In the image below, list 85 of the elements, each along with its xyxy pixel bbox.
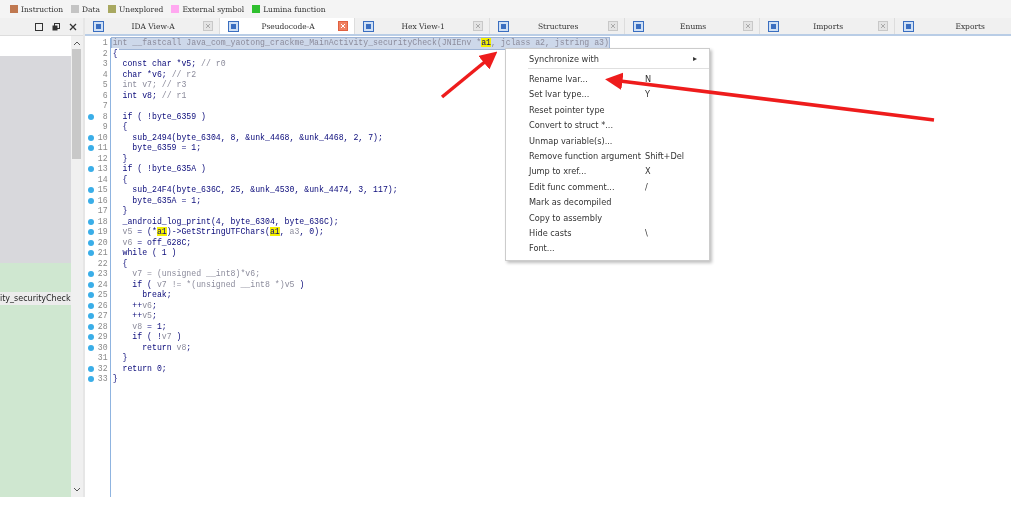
- menu-item[interactable]: Rename lvar... N: [506, 71, 709, 87]
- breakpoint-dot[interactable]: [87, 229, 94, 236]
- breakpoint-dot[interactable]: [87, 113, 94, 120]
- menu-item[interactable]: Hide casts \: [506, 225, 709, 241]
- breakpoint-dot[interactable]: [87, 239, 94, 246]
- line-number: 33: [96, 374, 108, 385]
- tab-close-icon[interactable]: [337, 21, 348, 31]
- line-number: 7: [101, 101, 108, 112]
- tab-icon: [497, 20, 509, 32]
- line-number: 9: [101, 122, 108, 133]
- line-number: 11: [96, 143, 108, 154]
- menu-item[interactable]: Edit func comment... /: [506, 179, 709, 195]
- menu-item[interactable]: Jump to xref... X: [506, 163, 709, 180]
- line-number: 12: [96, 153, 108, 164]
- tab-icon: [632, 20, 644, 32]
- line-number: 14: [96, 174, 108, 185]
- line-number: 22: [96, 258, 108, 269]
- line-number: 18: [96, 216, 108, 227]
- tab-icon: [362, 20, 374, 32]
- line-number: 2: [101, 48, 108, 59]
- breakpoint-dot[interactable]: [87, 313, 94, 320]
- breakpoint-dot[interactable]: [87, 334, 94, 341]
- tab-close-icon[interactable]: [877, 21, 888, 31]
- breakpoint-dot[interactable]: [87, 376, 94, 383]
- breakpoint-dot[interactable]: [87, 197, 94, 204]
- breakpoint-dot[interactable]: [87, 365, 94, 372]
- line-number: 4: [101, 69, 108, 80]
- menu-item[interactable]: Convert to struct *...: [506, 117, 709, 133]
- line-number: 8: [101, 111, 108, 122]
- breakpoint-dot[interactable]: [87, 281, 94, 288]
- line-number: 21: [96, 248, 108, 259]
- line-number: 27: [96, 311, 108, 322]
- menu-item[interactable]: Reset pointer type: [506, 102, 709, 118]
- tab-icon: [92, 20, 104, 32]
- line-number: 23: [96, 269, 108, 280]
- breakpoint-dot[interactable]: [87, 271, 94, 278]
- line-number: 30: [96, 342, 108, 353]
- line-number: 16: [96, 195, 108, 206]
- scroll-down-icon[interactable]: [72, 487, 81, 493]
- tab-close-icon[interactable]: [742, 21, 753, 31]
- breakpoint-dot[interactable]: [87, 323, 94, 330]
- menu-item[interactable]: Font...: [506, 240, 709, 257]
- breakpoint-dot[interactable]: [87, 344, 94, 351]
- line-number: 6: [101, 90, 108, 101]
- line-number: 3: [101, 59, 108, 70]
- line-number: 31: [96, 353, 108, 364]
- tab-close-icon[interactable]: [202, 21, 213, 31]
- line-number: 19: [96, 227, 108, 238]
- breakpoint-dot[interactable]: [87, 187, 94, 194]
- breakpoint-dot[interactable]: [87, 134, 94, 141]
- tab-close-icon[interactable]: [472, 21, 483, 31]
- tab-icon: [227, 20, 239, 32]
- line-number: 5: [101, 80, 108, 91]
- line-number: 15: [96, 185, 108, 196]
- menu-item[interactable]: Synchronize with ▸: [506, 51, 709, 67]
- breakpoint-dot[interactable]: [87, 302, 94, 309]
- line-number: 20: [96, 237, 108, 248]
- maximize-button[interactable]: [32, 20, 45, 33]
- menu-item[interactable]: Unmap variable(s)...: [506, 132, 709, 149]
- line-number: 25: [96, 290, 108, 301]
- breakpoint-dot[interactable]: [87, 250, 94, 257]
- breakpoint-dot[interactable]: [87, 292, 94, 299]
- menu-item[interactable]: Copy to assembly: [506, 209, 709, 226]
- line-number: 17: [96, 206, 108, 217]
- line-number: 28: [96, 321, 108, 332]
- menu-item[interactable]: Mark as decompiled: [506, 194, 709, 210]
- breakpoint-dot[interactable]: [87, 145, 94, 152]
- tab-close-icon[interactable]: [607, 21, 618, 31]
- line-number: 24: [96, 279, 108, 290]
- scrollbar-thumb[interactable]: [72, 49, 82, 159]
- scroll-up-icon[interactable]: [72, 40, 81, 46]
- line-number: 13: [96, 164, 108, 175]
- menu-item[interactable]: Remove function argument Shift+Del: [506, 148, 709, 164]
- arrow: [440, 51, 498, 99]
- line-number: 32: [96, 363, 108, 374]
- tab-icon: [767, 20, 779, 32]
- line-number: 10: [96, 132, 108, 143]
- breakpoint-dot[interactable]: [87, 218, 94, 225]
- menu-item[interactable]: Set lvar type... Y: [506, 86, 709, 103]
- line-number: 1: [101, 38, 108, 49]
- line-number: 29: [96, 332, 108, 343]
- line-number: 26: [96, 300, 108, 311]
- tab-icon: [902, 20, 914, 32]
- function-row[interactable]: ity_securityCheck: [0, 292, 71, 305]
- breakpoint-dot[interactable]: [87, 166, 94, 173]
